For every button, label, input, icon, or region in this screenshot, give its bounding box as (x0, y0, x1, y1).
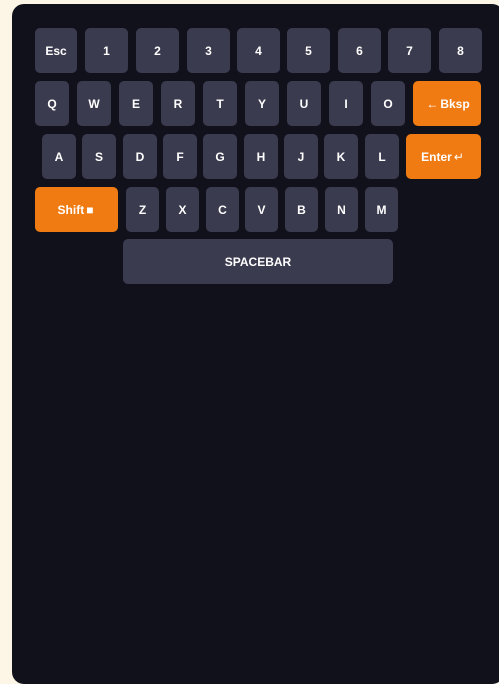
enter-button[interactable]: Enter ↵ (406, 134, 481, 179)
key-b[interactable]: B (285, 187, 318, 232)
key-r[interactable]: R (161, 81, 195, 126)
square-icon: ■ (86, 202, 94, 217)
key-2[interactable]: 2 (136, 28, 179, 73)
key-1[interactable]: 1 (85, 28, 128, 73)
enter-label: Enter (421, 149, 452, 164)
key-w[interactable]: W (77, 81, 111, 126)
key-u[interactable]: U (287, 81, 321, 126)
shift-label: Shift (57, 202, 85, 217)
key-f[interactable]: F (163, 134, 197, 179)
key-a[interactable]: A (42, 134, 76, 179)
keyboard-panel: Esc 1 2 3 4 5 6 7 8 Q W E R T Y U I O ← … (12, 4, 499, 684)
key-7[interactable]: 7 (388, 28, 431, 73)
key-s[interactable]: S (82, 134, 116, 179)
key-o[interactable]: O (371, 81, 405, 126)
shift-button[interactable]: Shift ■ (35, 187, 118, 232)
key-x[interactable]: X (166, 187, 199, 232)
key-8[interactable]: 8 (439, 28, 482, 73)
key-c[interactable]: C (206, 187, 239, 232)
key-v[interactable]: V (245, 187, 278, 232)
key-h[interactable]: H (244, 134, 278, 179)
key-3[interactable]: 3 (187, 28, 230, 73)
key-6[interactable]: 6 (338, 28, 381, 73)
key-j[interactable]: J (284, 134, 318, 179)
key-g[interactable]: G (203, 134, 237, 179)
key-m[interactable]: M (365, 187, 398, 232)
backspace-label: Bksp (440, 96, 470, 111)
backspace-button[interactable]: ← Bksp (413, 81, 481, 126)
key-t[interactable]: T (203, 81, 237, 126)
key-4[interactable]: 4 (237, 28, 280, 73)
key-y[interactable]: Y (245, 81, 279, 126)
return-arrow-icon: ↵ (453, 149, 464, 164)
key-5[interactable]: 5 (287, 28, 330, 73)
key-esc[interactable]: Esc (35, 28, 77, 73)
key-q[interactable]: Q (35, 81, 69, 126)
key-k[interactable]: K (324, 134, 358, 179)
spacebar-button[interactable]: SPACEBAR (123, 239, 393, 284)
key-l[interactable]: L (365, 134, 399, 179)
key-z[interactable]: Z (126, 187, 159, 232)
key-n[interactable]: N (325, 187, 358, 232)
key-i[interactable]: I (329, 81, 363, 126)
key-e[interactable]: E (119, 81, 153, 126)
key-d[interactable]: D (123, 134, 157, 179)
left-arrow-icon: ← (426, 96, 439, 111)
